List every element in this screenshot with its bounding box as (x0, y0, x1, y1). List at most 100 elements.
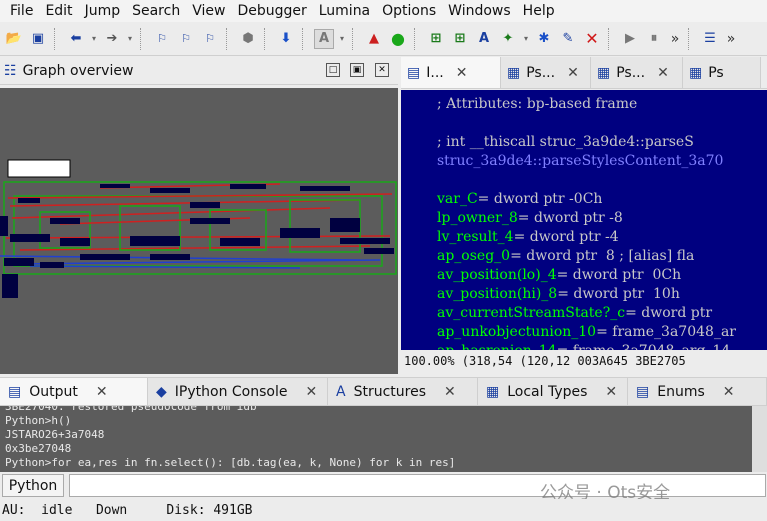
status-au-label: AU: (2, 502, 26, 518)
plugins-icon[interactable]: ✦ (498, 29, 518, 49)
stack-var-name[interactable]: ap_hasrenion_14 (437, 343, 557, 350)
output-scrollbar[interactable] (752, 406, 767, 472)
delete-icon[interactable]: ✕ (582, 29, 602, 49)
rename-icon[interactable]: ✎ (558, 29, 578, 49)
function-label: struc_3a9de4::parseStylesContent_3a70 (437, 153, 724, 169)
tab-enums[interactable]: ▤ Enums ✕ (628, 378, 767, 405)
tab-structures[interactable]: A Structures ✕ (328, 378, 478, 405)
code-line[interactable]: av_position(hi)_8= dword ptr 10h (437, 285, 767, 304)
stack-var-name[interactable]: var_C (437, 191, 478, 207)
add-struct-icon[interactable]: ⊞ (426, 29, 446, 49)
code-line[interactable]: ap_hasrenion_14= frame_3a7048_arg_14 (437, 342, 767, 350)
tab-pseudocode-3[interactable]: ▦ Ps (683, 57, 761, 88)
menu-lumina[interactable]: Lumina (313, 3, 376, 19)
graph-overview-canvas[interactable] (0, 88, 398, 374)
output-window[interactable]: 3BE27040: restored pseudocode from idb Py… (0, 406, 752, 472)
menu-help[interactable]: Help (517, 3, 561, 19)
close-icon[interactable]: ✕ (456, 65, 468, 81)
code-line[interactable]: av_currentStreamState?_c= dword ptr (437, 304, 767, 323)
pause-icon[interactable]: ⏸ (644, 29, 664, 49)
disassembly-code-view[interactable]: ; Attributes: bp-based frame ; int __this… (401, 90, 767, 350)
code-line[interactable]: ap_unkobjectunion_10= frame_3a7048_ar (437, 323, 767, 342)
tab-pseudocode-1[interactable]: ▦ Ps... ✕ (501, 57, 591, 88)
graph-viewport-rect[interactable] (7, 159, 71, 178)
play-icon[interactable]: ▶ (620, 29, 640, 49)
close-icon[interactable]: ✕ (605, 384, 617, 400)
status-disk-label: Disk: (166, 502, 206, 518)
text-icon[interactable]: A (314, 28, 334, 49)
log-icon[interactable]: ☰ (700, 29, 720, 49)
menu-jump[interactable]: Jump (79, 3, 127, 19)
menu-options[interactable]: Options (376, 3, 442, 19)
immediate-search-icon[interactable]: ⚐ (200, 29, 220, 49)
toolbar-separator (688, 27, 694, 50)
code-line[interactable]: lp_owner_8= dword ptr -8 (437, 209, 767, 228)
graph-icon[interactable]: ⬢ (238, 29, 258, 49)
text-search-icon[interactable]: ⚐ (176, 29, 196, 49)
text-add-icon[interactable]: A (474, 29, 494, 49)
minimize-icon[interactable]: □ (326, 63, 340, 77)
code-line[interactable]: ; int __thiscall struc_3a9de4::parseS (437, 133, 767, 152)
float-icon[interactable]: ▣ (350, 63, 364, 77)
menu-view[interactable]: View (186, 3, 231, 19)
pseudocode-icon: ▦ (507, 64, 521, 81)
code-line[interactable]: lv_result_4= dword ptr -4 (437, 228, 767, 247)
menu-file[interactable]: File (4, 3, 39, 19)
status-disk-value: 491GB (213, 502, 253, 518)
close-icon[interactable]: ✕ (567, 65, 579, 81)
tab-pseudocode-2[interactable]: ▦ Ps... ✕ (591, 57, 683, 88)
menu-windows[interactable]: Windows (442, 3, 517, 19)
code-line[interactable]: var_C= dword ptr -0Ch (437, 190, 767, 209)
code-line[interactable]: ap_oseg_0= dword ptr 8 ; [alias] fla (437, 247, 767, 266)
stack-var-name[interactable]: lp_owner_8 (437, 210, 518, 226)
forward-icon[interactable]: ➔ (102, 29, 122, 49)
forward-dropdown-icon[interactable]: ▾ (126, 29, 134, 49)
close-icon[interactable]: ✕ (305, 384, 317, 400)
stack-var-name[interactable]: ap_unkobjectunion_10 (437, 324, 596, 340)
tab-local-types[interactable]: ▦ Local Types ✕ (478, 378, 628, 405)
close-icon[interactable]: ✕ (375, 63, 389, 77)
stack-var-def: = dword ptr (625, 305, 713, 321)
warning-icon[interactable]: ▲ (364, 29, 384, 49)
code-line[interactable] (437, 114, 767, 133)
code-line[interactable]: struc_3a9de4::parseStylesContent_3a70 (437, 152, 767, 171)
tab-label: Structures (353, 383, 426, 400)
close-icon[interactable]: ✕ (444, 384, 456, 400)
code-line[interactable]: av_position(lo)_4= dword ptr 0Ch (437, 266, 767, 285)
binary-search-icon[interactable]: ⚐ (152, 29, 172, 49)
back-dropdown-icon[interactable]: ▾ (90, 29, 98, 49)
menu-edit[interactable]: Edit (39, 3, 78, 19)
stack-var-name[interactable]: av_position(hi)_8 (437, 286, 557, 302)
add-enum-icon[interactable]: ⊞ (450, 29, 470, 49)
menu-search[interactable]: Search (126, 3, 186, 19)
save-icon[interactable]: ▣ (28, 29, 48, 49)
tab-ipython-console[interactable]: ◆ IPython Console ✕ (148, 378, 328, 405)
tab-ida-view[interactable]: ▤ I... ✕ (401, 57, 501, 88)
open-icon[interactable]: 📂 (4, 29, 24, 49)
stack-var-def: = dword ptr 8 ; [alias] fla (510, 248, 695, 264)
text-dropdown-icon[interactable]: ▾ (338, 29, 346, 49)
toolbar-more-icon[interactable]: » (668, 31, 682, 47)
toolbar-separator (140, 27, 146, 50)
close-icon[interactable]: ✕ (96, 384, 108, 400)
close-icon[interactable]: ✕ (723, 384, 735, 400)
code-line[interactable] (437, 171, 767, 190)
settings-icon[interactable]: ✱ (534, 29, 554, 49)
run-icon[interactable]: ● (388, 29, 408, 49)
tab-label: Ps... (616, 64, 646, 81)
menu-debugger[interactable]: Debugger (231, 3, 312, 19)
structures-icon: A (336, 383, 346, 400)
stack-var-name[interactable]: av_currentStreamState?_c (437, 305, 625, 321)
graph-overview-titlebar: ☷ Graph overview □ ▣ ✕ (0, 57, 398, 85)
plugins-dropdown-icon[interactable]: ▾ (522, 29, 530, 49)
jump-down-icon[interactable]: ⬇ (276, 29, 296, 49)
cli-language-button[interactable]: Python (2, 474, 64, 497)
stack-var-name[interactable]: lv_result_4 (437, 229, 514, 245)
toolbar-more-icon-2[interactable]: » (724, 31, 738, 47)
tab-output[interactable]: ▤ Output ✕ (0, 378, 148, 405)
close-icon[interactable]: ✕ (657, 65, 669, 81)
stack-var-name[interactable]: av_position(lo)_4 (437, 267, 557, 283)
back-icon[interactable]: ⬅ (66, 29, 86, 49)
code-line[interactable]: ; Attributes: bp-based frame (437, 95, 767, 114)
stack-var-name[interactable]: ap_oseg_0 (437, 248, 510, 264)
